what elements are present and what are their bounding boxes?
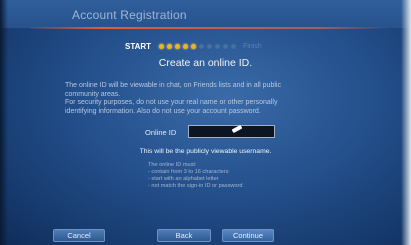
progress-start-label: START (125, 41, 152, 51)
rules-line: - not match the sign-in ID or password (148, 183, 243, 189)
description-line: community areas. (65, 90, 121, 98)
progress-step-7 (207, 43, 213, 49)
progress-step-2 (167, 43, 173, 49)
title-bar: Account Registration (0, 0, 411, 28)
online-id-input[interactable] (188, 125, 275, 138)
registration-progress: START Finish (125, 40, 262, 52)
progress-step-4 (183, 43, 189, 49)
continue-button[interactable]: Continue (222, 229, 274, 242)
online-id-rules: The online ID must: - contain from 3 to … (148, 162, 318, 190)
progress-step-8 (215, 43, 221, 49)
rules-line: - contain from 3 to 16 characters (148, 169, 229, 175)
screen-bezel-right (401, 0, 411, 245)
online-id-label: Online ID (145, 128, 177, 137)
progress-finish-label: Finish (243, 42, 262, 50)
registration-screen: Account Registration START Finish Create… (0, 0, 411, 245)
description-line: For security purposes, do not use your r… (65, 99, 278, 107)
progress-step-9 (223, 43, 229, 49)
description-line: The online ID will be viewable in chat, … (65, 82, 281, 89)
description: The online ID will be viewable in chat, … (65, 82, 365, 116)
page-title: Create an online ID. (158, 57, 253, 69)
window-title: Account Registration (72, 8, 187, 22)
cancel-button[interactable]: Cancel (53, 229, 105, 242)
progress-step-6 (199, 43, 205, 49)
screen-bezel-left (0, 0, 8, 245)
progress-step-5 (191, 43, 197, 49)
description-line: identifying information. Also do not use… (65, 107, 261, 115)
title-divider (30, 27, 390, 29)
progress-step-3 (175, 43, 181, 49)
public-username-note: This will be the publicly viewable usern… (139, 148, 272, 155)
rules-line: - start with an alphabet letter (148, 176, 219, 182)
rules-line: The online ID must: (148, 162, 197, 168)
back-button[interactable]: Back (157, 229, 211, 242)
progress-step-10 (231, 43, 237, 49)
progress-step-1 (159, 43, 165, 49)
